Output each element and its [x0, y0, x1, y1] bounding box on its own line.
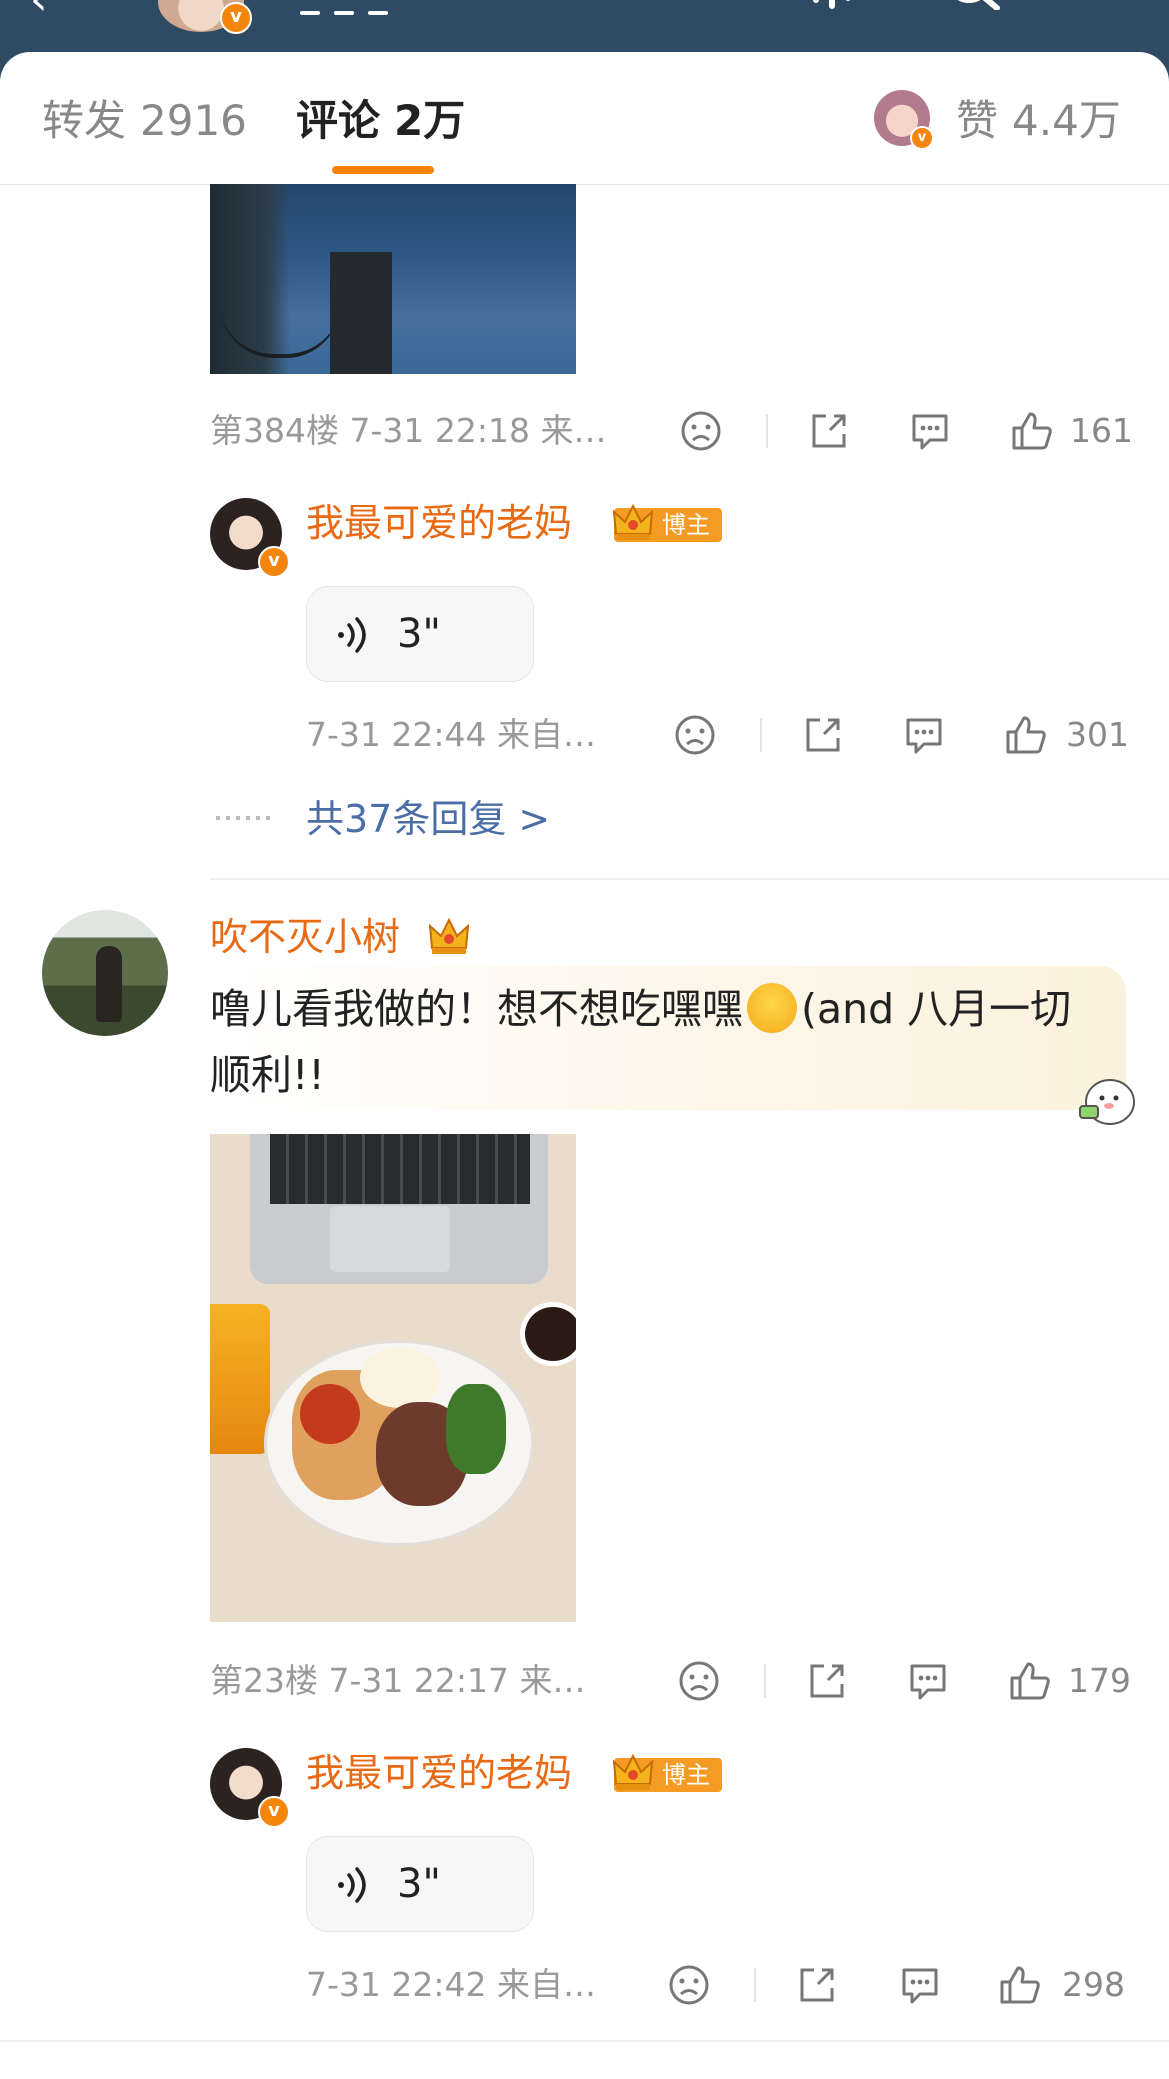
voice-wave-icon [338, 1867, 366, 1903]
tab-comments[interactable]: 评论 2万 [296, 96, 465, 146]
comment-floor-time: 第384楼 7-31 22:18 来… [210, 411, 607, 450]
reply-icon[interactable] [906, 1656, 950, 1706]
share-icon[interactable] [796, 1960, 838, 2010]
like-count: 161 [1070, 411, 1133, 450]
reply-icon[interactable] [902, 710, 946, 760]
reply-meta-row: 7-31 22:42 来自… 298 [306, 1960, 1130, 2010]
comment-divider [210, 878, 1169, 880]
voice-duration: 3" [397, 611, 441, 657]
voice-wave-icon [338, 617, 366, 653]
active-tab-indicator [332, 166, 434, 174]
comment-floor-time: 第23楼 7-31 22:17 来… [210, 1661, 586, 1700]
reply-time: 7-31 22:42 来自… [306, 1965, 596, 2004]
comment-meta-row: 第384楼 7-31 22:18 来… 161 [210, 406, 1133, 456]
crown-icon [428, 917, 470, 954]
verified-icon: v [910, 126, 934, 150]
like-count: 301 [1066, 715, 1129, 754]
verified-icon: v [258, 546, 290, 578]
like-icon[interactable] [1010, 406, 1054, 456]
reply-author-name[interactable]: 我最可爱的老妈 [306, 1748, 572, 1798]
more-replies-link[interactable]: 共37条回复 > [306, 794, 550, 844]
comment-meta-row: 第23楼 7-31 22:17 来… 179 [210, 1656, 1131, 1706]
voice-duration: 3" [397, 1861, 441, 1907]
verified-icon: v [220, 2, 252, 34]
dislike-icon[interactable] [668, 1960, 710, 2010]
search-icon[interactable] [945, 0, 1005, 11]
crown-icon [612, 503, 654, 540]
blogger-badge: 博主 [612, 1753, 722, 1792]
comment-image-lake[interactable] [210, 184, 576, 374]
back-icon[interactable]: ‹ [30, 0, 70, 28]
like-count: 298 [1062, 1965, 1125, 2004]
tab-likes[interactable]: 赞 4.4万 [956, 96, 1121, 146]
comment-text: 噜儿看我做的！想不想吃嘿嘿 (and 八月一切顺利!! [210, 983, 1072, 1099]
dislike-icon[interactable] [678, 1656, 720, 1706]
like-count: 179 [1068, 1661, 1131, 1700]
reply-time: 7-31 22:44 来自… [306, 715, 596, 754]
reply-meta-row: 7-31 22:44 来自… 301 [306, 710, 1130, 760]
reply-icon[interactable] [908, 406, 952, 456]
reply-author-name[interactable]: 我最可爱的老妈 [306, 498, 572, 548]
yum-emoji-icon [747, 983, 797, 1033]
liker-avatar[interactable]: v [874, 90, 934, 150]
comment-author-avatar[interactable] [42, 910, 168, 1036]
voice-message[interactable]: 3" [306, 1836, 534, 1932]
dislike-icon[interactable] [680, 406, 722, 456]
like-icon[interactable] [1008, 1656, 1052, 1706]
comment-divider [0, 2040, 1169, 2042]
like-icon[interactable] [1004, 710, 1048, 760]
voice-message[interactable]: 3" [306, 586, 534, 682]
comment-image-food[interactable] [210, 1134, 576, 1622]
verified-icon: v [258, 1796, 290, 1828]
tab-repost[interactable]: 转发 2916 [42, 96, 247, 146]
comment-author-name[interactable]: 吹不灭小树 [210, 912, 400, 962]
poster-name-fragment [300, 0, 460, 15]
like-icon[interactable] [998, 1960, 1042, 2010]
share-icon[interactable] [802, 710, 844, 760]
share-icon[interactable] [806, 1656, 848, 1706]
blogger-badge: 博主 [612, 503, 722, 542]
more-dots [216, 816, 276, 820]
reply-icon[interactable] [898, 1960, 942, 2010]
crown-icon [612, 1753, 654, 1790]
voice-icon[interactable] [810, 0, 890, 10]
bubble-pet-icon [1079, 1079, 1135, 1125]
share-icon[interactable] [808, 406, 850, 456]
dislike-icon[interactable] [674, 710, 716, 760]
